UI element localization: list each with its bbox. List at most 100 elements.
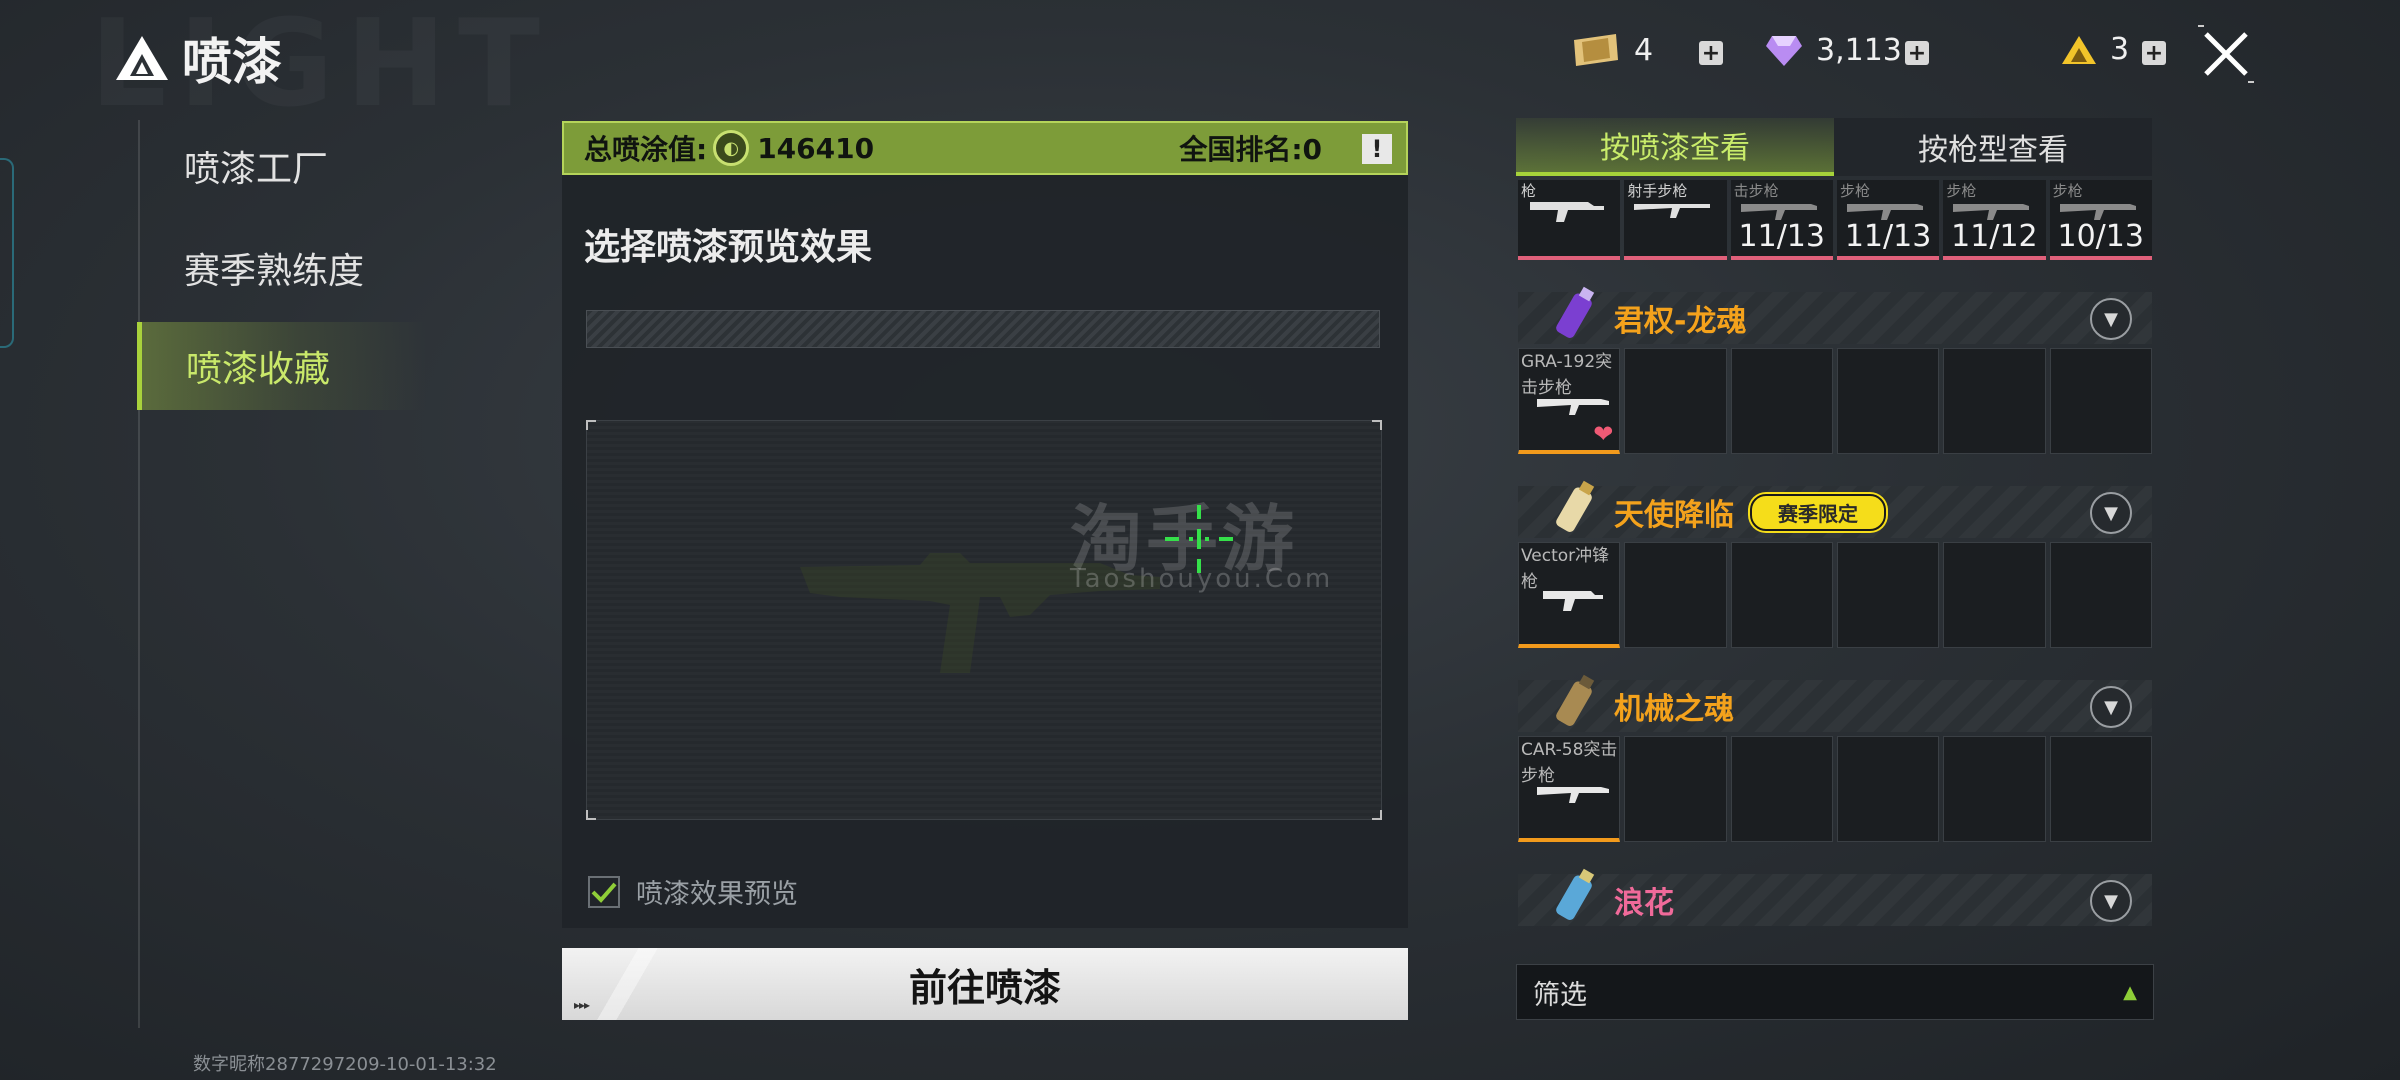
filter-label: 筛选 [1533,979,1587,1011]
smg-icon [1530,202,1604,222]
spray-slot[interactable]: Vector冲锋枪 [1518,542,1621,648]
spray-slot[interactable] [1943,542,2046,648]
weapon-category-cell[interactable]: 步枪 11/13 [1836,180,1940,260]
weapon-category-cell[interactable]: 射手步枪 [1624,180,1727,260]
diamond-icon [1766,36,1802,66]
spray-slot[interactable] [1943,736,2046,842]
score-bar: 总喷涂值: ◐ 146410 全国排名:0 ! [562,121,1408,175]
spray-slot[interactable] [1836,542,1940,648]
spray-slot[interactable] [1730,348,1833,454]
close-icon[interactable] [2196,24,2256,84]
smg-icon [1543,591,1603,611]
currency-value: 3,113 [1816,32,1902,68]
spray-header[interactable]: 天使降临 赛季限定 ▼ [1518,480,2152,538]
season-limited-badge: 赛季限定 [1750,493,1886,531]
spray-slot[interactable] [1624,348,1727,454]
sidebar-item-label: 喷漆收藏 [186,349,331,390]
triangle-up-icon: ▲ [2123,981,2137,1003]
preview-checkbox[interactable] [588,875,620,908]
currency-diamond: 3,113 [1764,32,1902,68]
preview-checkbox-label: 喷漆效果预览 [636,879,798,910]
spray-slot[interactable]: CAR-58突击步枪 [1518,736,1621,842]
spray-header[interactable]: 君权-龙魂 ▼ [1518,286,2152,344]
weapon-category-cell[interactable]: 枪 [1518,180,1621,260]
add-ticket-button[interactable]: + [1699,41,1723,66]
spray-name: 君权-龙魂 [1614,304,1747,339]
spray-slot[interactable] [2049,348,2152,454]
spray-slot-row: GRA-192突击步枪 ❤ [1518,348,2152,454]
currency-token: 3 [2060,32,2129,67]
weapon-category-count: 11/12 [1951,219,2038,254]
spray-slot[interactable] [1730,736,1833,842]
weapon-category-cell[interactable]: 步枪 11/12 [1943,180,2046,260]
currency-value: 4 [1634,32,1654,68]
spray-slot[interactable] [1836,348,1940,454]
ticket-icon [1574,34,1618,66]
spray-name: 天使降临 [1614,498,1734,533]
spray-slot[interactable] [1836,736,1940,842]
spray-header[interactable]: 浪花 ▼ [1518,868,2152,926]
filter-dropdown[interactable]: 筛选 ▲ [1516,964,2154,1020]
game-logo-icon [116,36,168,80]
score-label: 总喷涂值: [584,133,708,166]
goto-spray-label: 前往喷漆 [908,965,1061,1010]
goto-spray-button[interactable]: 前往喷漆 ▸▸▸ [562,948,1408,1020]
sidebar-item-season-mastery[interactable]: 赛季熟练度 [140,224,430,312]
sidebar-item-label: 赛季熟练度 [184,251,365,292]
player-id-watermark: 数字昵称2877297209-10-01-13:32 [193,1054,497,1075]
weapon-category-count: 11/13 [1844,219,1932,254]
arrows-icon: ▸▸▸ [574,998,590,1012]
spray-coin-icon: ◐ [713,130,750,166]
crosshair-icon [1165,505,1233,573]
national-rank: 全国排名:0 [1179,133,1322,166]
tab-label: 按喷漆查看 [1600,131,1750,166]
tab-by-spray[interactable]: 按喷漆查看 [1516,118,1834,176]
weapon-category-count: 11/13 [1738,219,1825,254]
spray-name: 机械之魂 [1614,692,1734,727]
view-mode-tabs: 按喷漆查看 按枪型查看 [1516,118,2152,176]
triangle-token-icon [2062,35,2096,64]
spray-slot[interactable] [1730,542,1833,648]
spray-slot[interactable] [1624,736,1727,842]
add-token-button[interactable]: + [2142,41,2166,66]
spray-header[interactable]: 机械之魂 ▼ [1518,674,2152,732]
info-button[interactable]: ! [1362,134,1392,164]
tab-by-weapon-type[interactable]: 按枪型查看 [1834,118,2152,176]
spray-slot[interactable] [2049,542,2152,648]
spray-can-icon [1556,286,1595,338]
spray-slot[interactable] [2049,736,2152,842]
left-edge-tab[interactable] [0,158,14,348]
spray-selection-bar[interactable] [586,310,1380,348]
weapon-category-cell[interactable]: 步枪 10/13 [2049,180,2152,260]
spray-slot-row: Vector冲锋枪 [1518,542,2152,648]
favorite-heart-icon[interactable]: ❤ [1593,420,1613,448]
spray-slot[interactable] [1943,348,2046,454]
tab-label: 按枪型查看 [1918,133,2068,168]
sidebar-item-spray-factory[interactable]: 喷漆工厂 [140,122,430,210]
spray-can-icon [1556,480,1595,532]
currency-value: 3 [2110,32,2130,67]
assault-rifle-icon [1537,399,1609,415]
weapon-category-strip: 枪 射手步枪 击步枪 11/13 步枪 11/13 步枪 11/12 步枪 10… [1518,180,2152,260]
weapon-category-cell[interactable]: 击步枪 11/13 [1730,180,1833,260]
preview-title: 选择喷漆预览效果 [584,227,873,268]
add-diamond-button[interactable]: + [1905,41,1929,66]
sidebar-item-label: 喷漆工厂 [184,149,329,190]
page-header: 喷漆 [112,22,282,94]
spray-can-icon [1556,674,1595,726]
spray-name: 浪花 [1614,886,1674,921]
spray-slot[interactable] [1624,542,1727,648]
assault-rifle-icon [1537,787,1609,803]
checkmark-icon [591,882,617,903]
weapon-category-count: 10/13 [2057,219,2144,254]
spray-can-icon [1556,868,1595,920]
preview-toggle-row[interactable]: 喷漆效果预览 [588,872,798,911]
currency-ticket: 4 [1568,32,1653,68]
marksman-rifle-icon [1634,204,1711,218]
chevron-down-icon[interactable]: ▼ [2090,880,2132,922]
chevron-down-icon[interactable]: ▼ [2090,298,2132,340]
spray-slot[interactable]: GRA-192突击步枪 ❤ [1518,348,1621,454]
chevron-down-icon[interactable]: ▼ [2090,686,2132,728]
chevron-down-icon[interactable]: ▼ [2090,492,2132,534]
sidebar-item-spray-collection[interactable]: 喷漆收藏 [137,322,427,410]
